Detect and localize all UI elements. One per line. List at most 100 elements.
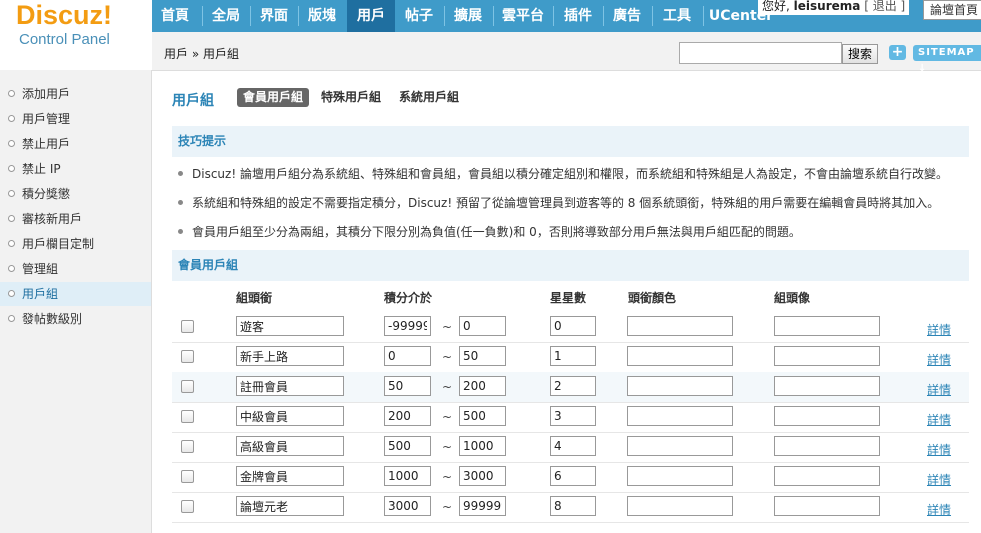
tab-system-groups[interactable]: 系統用戶組 bbox=[393, 88, 465, 107]
stars-input[interactable] bbox=[550, 376, 596, 396]
credits-low-input[interactable] bbox=[384, 466, 431, 486]
header: Discuz! Control Panel 首頁 全局 界面 版塊 用戶 帖子 … bbox=[0, 0, 981, 74]
row-checkbox[interactable] bbox=[181, 380, 194, 393]
username[interactable]: leisurema bbox=[794, 0, 861, 13]
group-icon-input[interactable] bbox=[774, 376, 880, 396]
group-icon-input[interactable] bbox=[774, 496, 880, 516]
stars-input[interactable] bbox=[550, 346, 596, 366]
circle-bullet-icon bbox=[8, 140, 15, 147]
nav-divider bbox=[298, 6, 299, 26]
nav-forums[interactable]: 版塊 bbox=[300, 0, 344, 32]
sidebar-item-label: 用戶管理 bbox=[22, 112, 71, 126]
nav-tools[interactable]: 工具 bbox=[654, 0, 700, 32]
nav-divider bbox=[703, 6, 704, 26]
nav-users[interactable]: 用戶 bbox=[347, 0, 395, 32]
credits-high-input[interactable] bbox=[459, 376, 506, 396]
detail-link[interactable]: 詳情 bbox=[927, 501, 951, 518]
title-color-input[interactable] bbox=[627, 316, 733, 336]
credits-high-input[interactable] bbox=[459, 346, 506, 366]
group-title-input[interactable] bbox=[236, 316, 344, 336]
sidebar-item-credits[interactable]: 積分獎懲 bbox=[0, 182, 151, 206]
nav-plugins[interactable]: 插件 bbox=[555, 0, 601, 32]
nav-ads[interactable]: 廣告 bbox=[605, 0, 649, 32]
nav-interface[interactable]: 界面 bbox=[252, 0, 296, 32]
detail-link[interactable]: 詳情 bbox=[927, 321, 951, 338]
stars-input[interactable] bbox=[550, 466, 596, 486]
tab-member-groups[interactable]: 會員用戶組 bbox=[237, 88, 310, 107]
group-title-input[interactable] bbox=[236, 376, 344, 396]
row-checkbox[interactable] bbox=[181, 320, 194, 333]
sidebar-item-admin-groups[interactable]: 管理組 bbox=[0, 257, 151, 281]
detail-link[interactable]: 詳情 bbox=[927, 351, 951, 368]
group-title-input[interactable] bbox=[236, 436, 344, 456]
row-checkbox[interactable] bbox=[181, 500, 194, 513]
credits-low-input[interactable] bbox=[384, 376, 431, 396]
row-checkbox[interactable] bbox=[181, 440, 194, 453]
row-checkbox[interactable] bbox=[181, 410, 194, 423]
credits-low-input[interactable] bbox=[384, 346, 431, 366]
sidebar-item-add-user[interactable]: 添加用戶 bbox=[0, 82, 151, 106]
title-color-input[interactable] bbox=[627, 376, 733, 396]
title-color-input[interactable] bbox=[627, 496, 733, 516]
nav-divider bbox=[652, 6, 653, 26]
nav-cloud[interactable]: 雲平台 bbox=[495, 0, 551, 32]
group-title-input[interactable] bbox=[236, 346, 344, 366]
group-icon-input[interactable] bbox=[774, 436, 880, 456]
discuz-logo[interactable]: Discuz! Control Panel bbox=[16, 0, 146, 66]
search-input[interactable] bbox=[679, 42, 842, 64]
stars-input[interactable] bbox=[550, 406, 596, 426]
sidebar-item-profile-fields[interactable]: 用戶欄目定制 bbox=[0, 232, 151, 256]
nav-home[interactable]: 首頁 bbox=[152, 0, 198, 32]
range-separator: ~ bbox=[442, 470, 453, 484]
credits-low-input[interactable] bbox=[384, 406, 431, 426]
group-icon-input[interactable] bbox=[774, 316, 880, 336]
row-checkbox[interactable] bbox=[181, 470, 194, 483]
credits-high-input[interactable] bbox=[459, 466, 506, 486]
nav-divider bbox=[553, 6, 554, 26]
group-icon-input[interactable] bbox=[774, 466, 880, 486]
stars-input[interactable] bbox=[550, 316, 596, 336]
group-title-input[interactable] bbox=[236, 406, 344, 426]
group-icon-input[interactable] bbox=[774, 346, 880, 366]
logout-link[interactable]: [ 退出 ] bbox=[864, 0, 905, 13]
credits-high-input[interactable] bbox=[459, 316, 506, 336]
sidebar-item-user-groups[interactable]: 用戶組 bbox=[0, 282, 151, 306]
credits-low-input[interactable] bbox=[384, 316, 431, 336]
plus-icon[interactable]: + bbox=[889, 45, 906, 60]
nav-global[interactable]: 全局 bbox=[204, 0, 248, 32]
detail-link[interactable]: 詳情 bbox=[927, 381, 951, 398]
search-button[interactable]: 搜索 bbox=[842, 44, 878, 64]
sidebar-item-user-manage[interactable]: 用戶管理 bbox=[0, 107, 151, 131]
group-title-input[interactable] bbox=[236, 466, 344, 486]
row-checkbox[interactable] bbox=[181, 350, 194, 363]
credits-high-input[interactable] bbox=[459, 436, 506, 456]
credits-high-input[interactable] bbox=[459, 406, 506, 426]
stars-input[interactable] bbox=[550, 436, 596, 456]
sidebar-item-moderate-users[interactable]: 審核新用戶 bbox=[0, 207, 151, 231]
group-icon-input[interactable] bbox=[774, 406, 880, 426]
title-color-input[interactable] bbox=[627, 346, 733, 366]
credits-low-input[interactable] bbox=[384, 496, 431, 516]
detail-link[interactable]: 詳情 bbox=[927, 411, 951, 428]
column-header-name: 組頭銜 bbox=[236, 291, 273, 305]
title-color-input[interactable] bbox=[627, 466, 733, 486]
forum-home-button[interactable]: 論壇首頁 bbox=[923, 0, 981, 20]
sidebar-item-post-ranks[interactable]: 發帖數級別 bbox=[0, 307, 151, 331]
group-title-input[interactable] bbox=[236, 496, 344, 516]
detail-link[interactable]: 詳情 bbox=[927, 441, 951, 458]
credits-high-input[interactable] bbox=[459, 496, 506, 516]
stars-input[interactable] bbox=[550, 496, 596, 516]
tip-text: 會員用戶組至少分為兩組，其積分下限分別為負值(任一負數)和 0，否則將導致部分用… bbox=[192, 225, 801, 239]
sidebar-item-ban-ip[interactable]: 禁止 IP bbox=[0, 157, 151, 181]
tip-item: 系統組和特殊組的設定不需要指定積分，Discuz! 預留了從論壇管理員到遊客等的… bbox=[178, 194, 939, 211]
sidebar-item-label: 禁止 IP bbox=[22, 162, 61, 176]
detail-link[interactable]: 詳情 bbox=[927, 471, 951, 488]
sitemap-button[interactable]: SITEMAP ↓ bbox=[913, 45, 981, 74]
nav-extensions[interactable]: 擴展 bbox=[446, 0, 490, 32]
title-color-input[interactable] bbox=[627, 406, 733, 426]
tab-special-groups[interactable]: 特殊用戶組 bbox=[315, 88, 387, 107]
nav-posts[interactable]: 帖子 bbox=[397, 0, 441, 32]
credits-low-input[interactable] bbox=[384, 436, 431, 456]
title-color-input[interactable] bbox=[627, 436, 733, 456]
sidebar-item-ban-user[interactable]: 禁止用戶 bbox=[0, 132, 151, 156]
